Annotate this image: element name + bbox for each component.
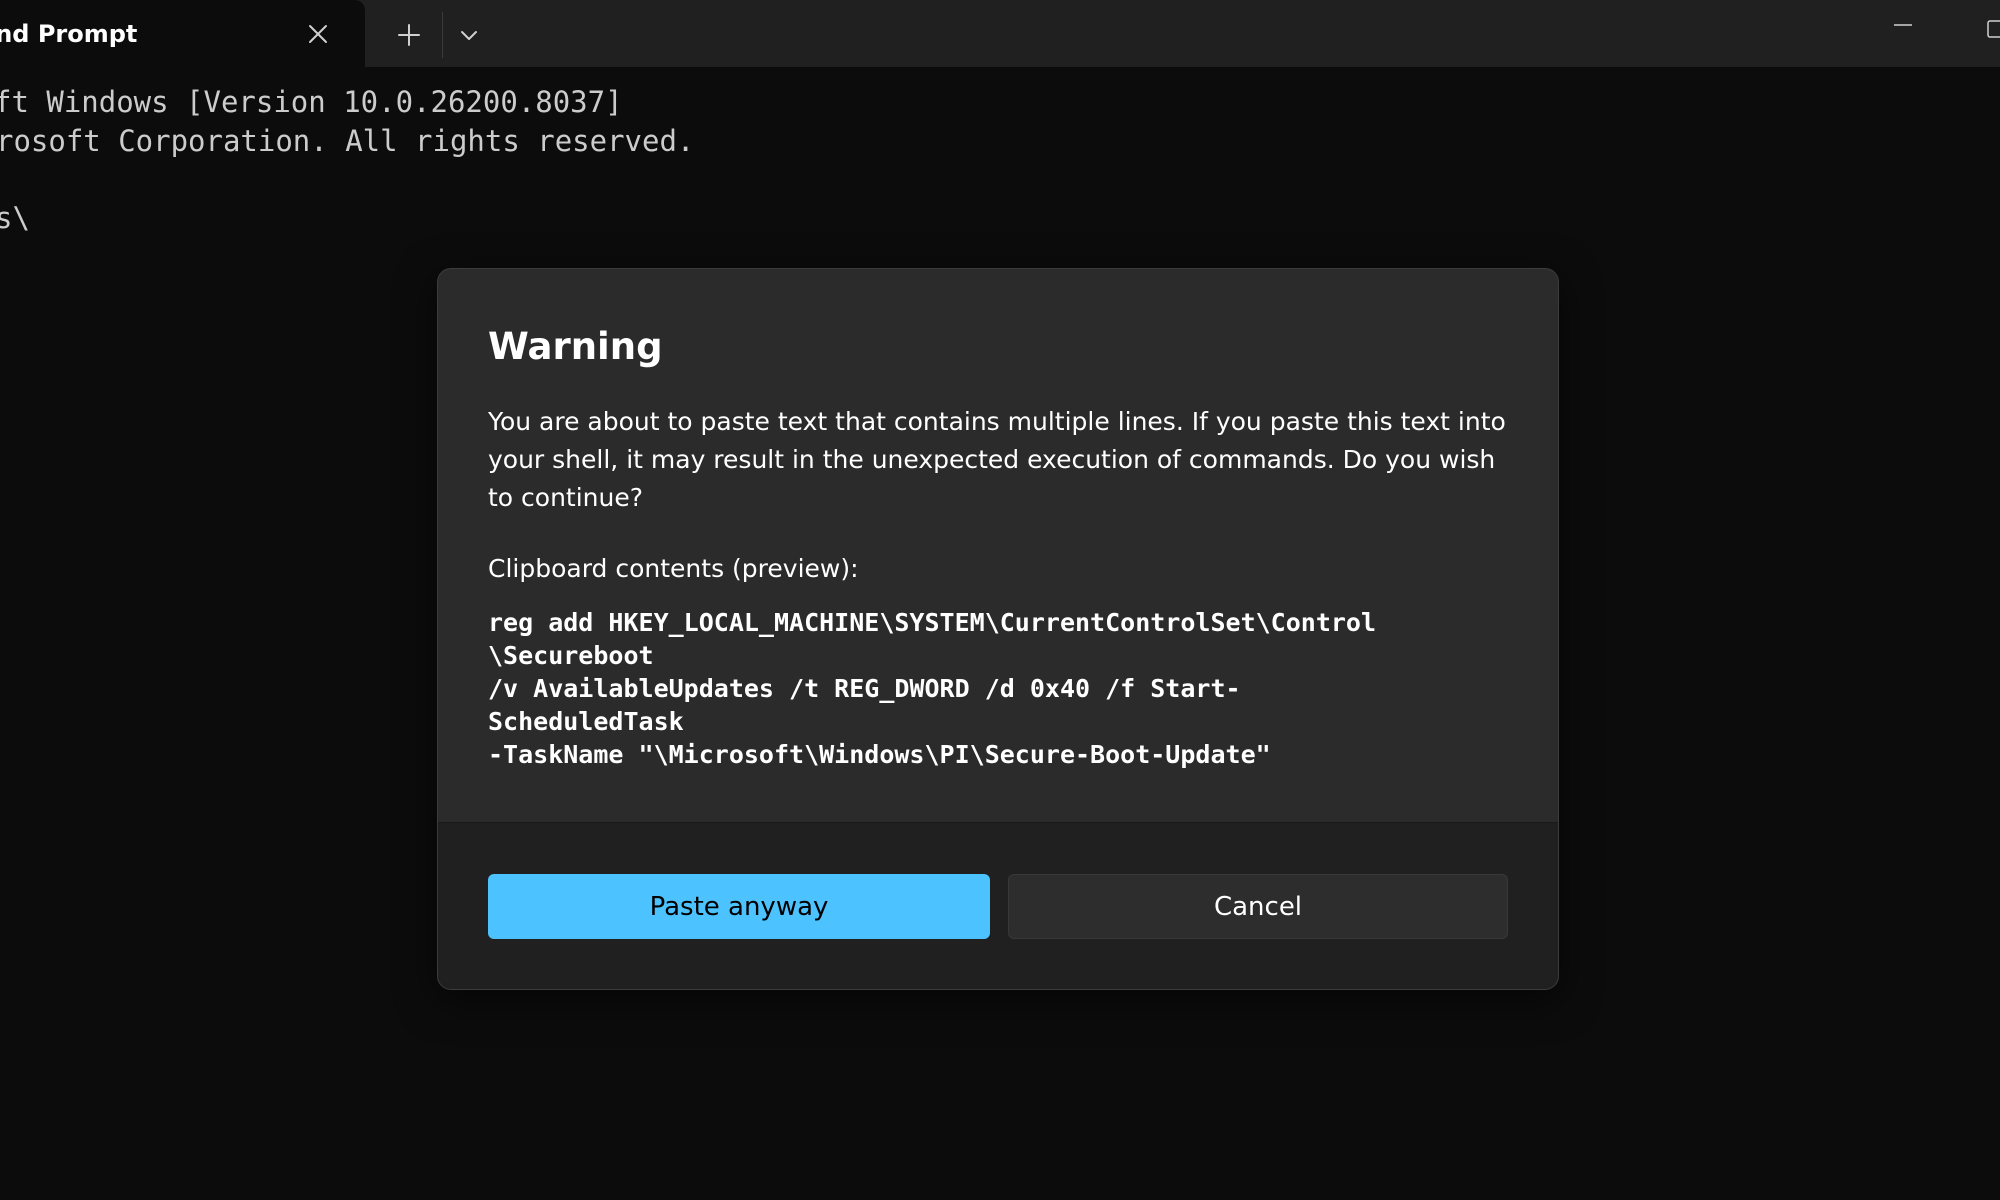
terminal-line: s\: [0, 201, 30, 235]
clipboard-line: /v AvailableUpdates /t REG_DWORD /d 0x40…: [488, 674, 1241, 703]
tab-title: mand Prompt: [0, 20, 138, 48]
tab-command-prompt[interactable]: mand Prompt: [0, 0, 365, 67]
clipboard-label: Clipboard contents (preview):: [488, 554, 859, 583]
dialog-body: Warning You are about to paste text that…: [438, 269, 1558, 822]
terminal-line: rosoft Corporation. All rights reserved.: [0, 124, 695, 158]
paste-warning-dialog: Warning You are about to paste text that…: [437, 268, 1559, 990]
terminal-window: mand Prompt: [0, 0, 2000, 1200]
close-icon[interactable]: [304, 20, 332, 48]
clipboard-line: ScheduledTask: [488, 707, 684, 736]
maximize-icon[interactable]: [1978, 14, 2000, 44]
terminal-line: ft Windows [Version 10.0.26200.8037]: [0, 85, 623, 119]
tab-strip: mand Prompt: [0, 0, 2000, 67]
clipboard-line: \Secureboot: [488, 641, 654, 670]
chevron-down-icon[interactable]: [454, 20, 484, 50]
dialog-title: Warning: [488, 325, 663, 368]
tab-separator: [442, 12, 443, 58]
dialog-message: You are about to paste text that contain…: [488, 407, 1506, 512]
paste-anyway-button[interactable]: Paste anyway: [488, 874, 990, 939]
cancel-button[interactable]: Cancel: [1008, 874, 1508, 939]
clipboard-line: -TaskName "\Microsoft\Windows\PI\Secure-…: [488, 740, 1271, 769]
minimize-icon[interactable]: [1880, 10, 1926, 40]
clipboard-line: reg add HKEY_LOCAL_MACHINE\SYSTEM\Curren…: [488, 608, 1377, 637]
clipboard-preview: reg add HKEY_LOCAL_MACHINE\SYSTEM\Curren…: [488, 606, 1518, 771]
dialog-footer: Paste anyway Cancel: [438, 822, 1558, 989]
plus-icon[interactable]: [390, 18, 428, 52]
